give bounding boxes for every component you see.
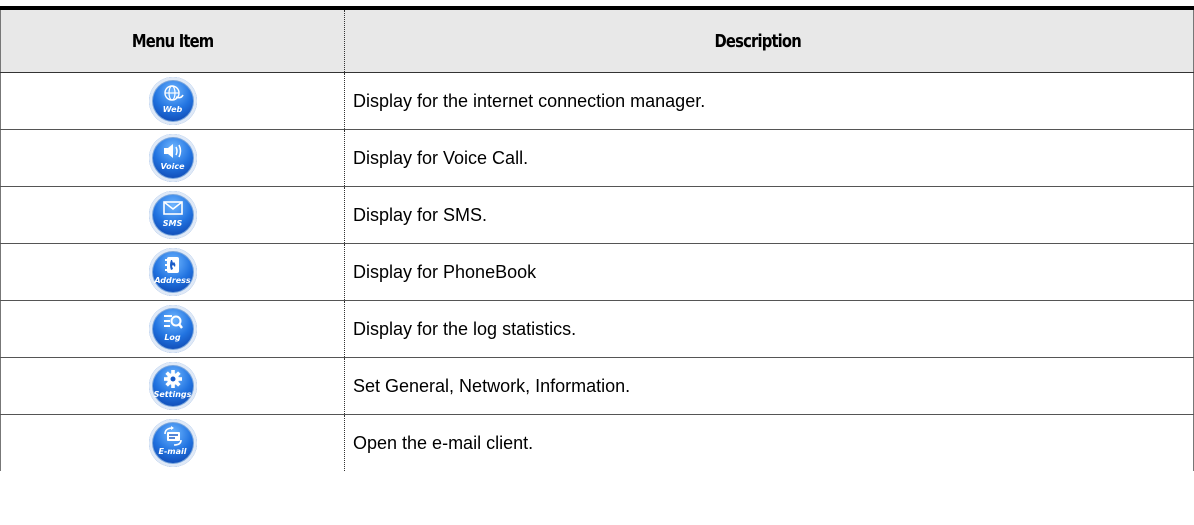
table-row: Web Display for the internet connection …	[0, 73, 1194, 130]
mail-client-glyph	[163, 426, 182, 446]
settings-icon[interactable]: Settings	[148, 362, 197, 410]
envelope-glyph	[162, 201, 183, 215]
globe-glyph	[163, 85, 184, 101]
description-text: Display for PhoneBook	[353, 261, 537, 282]
menu-item-cell: Address	[0, 244, 345, 300]
voice-icon[interactable]: Voice	[148, 134, 197, 182]
description-text: Open the e-mail client.	[353, 432, 534, 453]
header-label: Menu Item	[131, 30, 214, 52]
phonebook-glyph	[164, 257, 179, 273]
menu-item-cell: Web	[0, 73, 345, 129]
description-cell: Open the e-mail client.	[345, 415, 1194, 471]
sms-icon[interactable]: SMS	[148, 191, 197, 239]
icon-label: Web	[162, 105, 183, 114]
speaker-glyph	[163, 144, 181, 158]
magnifier-list-glyph	[163, 315, 183, 329]
description-text: Display for the log statistics.	[353, 318, 577, 339]
log-icon[interactable]: Log	[148, 305, 197, 353]
icon-label: SMS	[162, 219, 183, 228]
description-cell: Display for the internet connection mana…	[345, 73, 1194, 129]
icon-label: Settings	[153, 390, 192, 399]
menu-item-cell: Voice	[0, 130, 345, 186]
gear-glyph	[163, 370, 182, 388]
table-row: Address Display for PhoneBook	[0, 244, 1194, 301]
description-cell: Display for Voice Call.	[345, 130, 1194, 186]
icon-label: Log	[164, 333, 181, 342]
icon-label: E-mail	[158, 447, 187, 456]
description-text: Display for Voice Call.	[353, 147, 529, 168]
table-row: SMS Display for SMS.	[0, 187, 1194, 244]
icon-label: Voice	[160, 162, 185, 171]
header-label: Description	[714, 30, 802, 52]
description-text: Display for SMS.	[353, 204, 488, 225]
description-cell: Display for SMS.	[345, 187, 1194, 243]
header-cell-menu-item: Menu Item	[0, 10, 345, 72]
icon-label: Address	[154, 276, 191, 285]
web-icon[interactable]: Web	[148, 77, 197, 125]
description-cell: Display for the log statistics.	[345, 301, 1194, 357]
menu-table: Menu Item Description Web Display for th…	[0, 6, 1194, 471]
table-row: Voice Display for Voice Call.	[0, 130, 1194, 187]
header-cell-description: Description	[345, 10, 1194, 72]
description-text: Display for the internet connection mana…	[353, 90, 706, 111]
description-cell: Set General, Network, Information.	[345, 358, 1194, 414]
email-icon[interactable]: E-mail	[148, 419, 197, 467]
description-cell: Display for PhoneBook	[345, 244, 1194, 300]
menu-item-cell: E-mail	[0, 415, 345, 471]
description-text: Set General, Network, Information.	[353, 375, 631, 396]
table-row: E-mail Open the e-mail client.	[0, 415, 1194, 471]
table-row: Settings Set General, Network, Informati…	[0, 358, 1194, 415]
menu-item-cell: SMS	[0, 187, 345, 243]
address-icon[interactable]: Address	[148, 248, 197, 296]
table-header-row: Menu Item Description	[0, 10, 1194, 73]
menu-item-cell: Log	[0, 301, 345, 357]
table-row: Log Display for the log statistics.	[0, 301, 1194, 358]
menu-item-cell: Settings	[0, 358, 345, 414]
